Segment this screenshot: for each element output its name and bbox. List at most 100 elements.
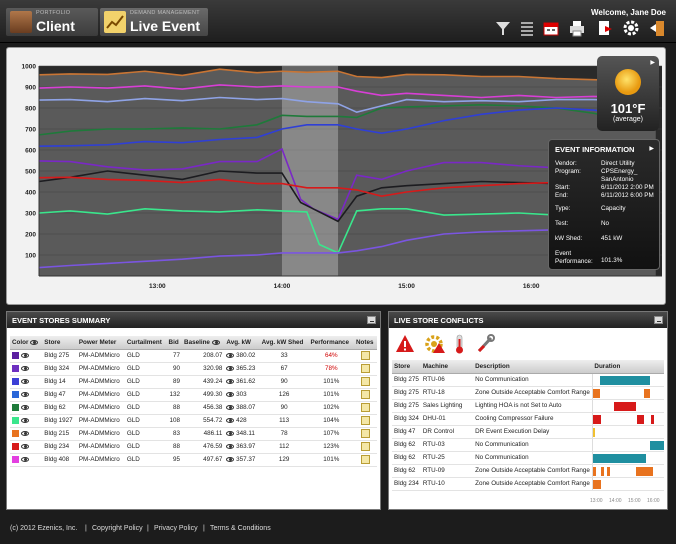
table-row[interactable]: Bldg 275 RTU-18 Zone Outside Acceptable Co… bbox=[392, 386, 664, 400]
duration-bar[interactable] bbox=[600, 375, 650, 385]
terms-conditions-link[interactable]: Terms & Conditions bbox=[210, 525, 271, 532]
notes-icon[interactable] bbox=[360, 364, 370, 373]
notes-cell[interactable] bbox=[353, 401, 377, 415]
notes-cell[interactable] bbox=[353, 349, 377, 363]
filter-icon[interactable] bbox=[494, 19, 512, 37]
notes-cell[interactable] bbox=[353, 362, 377, 376]
eye-icon[interactable] bbox=[20, 443, 29, 449]
duration-bar[interactable] bbox=[649, 440, 664, 450]
duration-bar[interactable] bbox=[635, 466, 654, 476]
table-row[interactable]: Bldg 62 PM-ADMMicro GLD 88 456.38 388.07 90 10… bbox=[10, 401, 377, 415]
duration-bar[interactable] bbox=[592, 427, 596, 437]
breadcrumb-live-event[interactable]: DEMAND MANAGEMENT Live Event bbox=[100, 8, 208, 36]
eye-icon[interactable] bbox=[226, 443, 235, 449]
notes-icon[interactable] bbox=[360, 390, 370, 399]
eye-icon[interactable] bbox=[226, 430, 235, 436]
column-header-duration[interactable]: Duration bbox=[592, 360, 664, 374]
column-header-description[interactable]: Description bbox=[473, 360, 593, 374]
table-row[interactable]: Bldg 62 RTU-09 Zone Outside Acceptable Com… bbox=[392, 464, 664, 478]
wrench-icon[interactable] bbox=[477, 334, 495, 353]
minimize-button[interactable] bbox=[367, 316, 376, 324]
column-header-store[interactable]: Store bbox=[42, 336, 77, 350]
table-row[interactable]: Bldg 47 PM-ADMMicro GLD 132 499.30 303 126 101… bbox=[10, 388, 377, 402]
column-header-avg-kw[interactable]: Avg. kW bbox=[224, 336, 260, 350]
duration-bar[interactable] bbox=[651, 414, 655, 424]
notes-icon[interactable] bbox=[360, 455, 370, 464]
table-row[interactable]: Bldg 215 PM-ADMMicro GLD 83 486.11 348.11 78 1… bbox=[10, 427, 377, 441]
notes-cell[interactable] bbox=[353, 375, 377, 389]
notes-icon[interactable] bbox=[360, 403, 370, 412]
eye-icon[interactable] bbox=[20, 391, 29, 397]
eye-icon[interactable] bbox=[30, 339, 39, 345]
notes-icon[interactable] bbox=[360, 377, 370, 386]
logout-icon[interactable] bbox=[648, 19, 666, 37]
eye-icon[interactable] bbox=[211, 339, 220, 345]
duration-bar[interactable] bbox=[644, 388, 650, 398]
column-header-avg-kw-shed[interactable]: Avg. kW Shed bbox=[259, 336, 309, 350]
eye-icon[interactable] bbox=[20, 404, 29, 410]
gear-icon[interactable] bbox=[622, 19, 640, 37]
eye-icon[interactable] bbox=[20, 417, 29, 423]
minimize-button[interactable] bbox=[654, 316, 663, 324]
eye-icon[interactable] bbox=[226, 378, 235, 384]
notes-cell[interactable] bbox=[353, 388, 377, 402]
notes-cell[interactable] bbox=[353, 427, 377, 441]
duration-bar[interactable] bbox=[592, 453, 647, 463]
column-header-color[interactable]: Color bbox=[10, 336, 43, 350]
column-header-curtailment[interactable]: Curtailment bbox=[124, 336, 167, 350]
eye-icon[interactable] bbox=[20, 352, 29, 358]
play-icon[interactable]: ▶ bbox=[649, 145, 654, 152]
duration-bar[interactable] bbox=[592, 414, 602, 424]
table-row[interactable]: Bldg 324 PM-ADMMicro GLD 90 320.98 365.23 67 7… bbox=[10, 362, 377, 376]
duration-bar[interactable] bbox=[614, 401, 636, 411]
copyright-policy-link[interactable]: Copyright Policy bbox=[92, 525, 143, 532]
eye-icon[interactable] bbox=[226, 404, 235, 410]
eye-icon[interactable] bbox=[226, 352, 235, 358]
export-icon[interactable] bbox=[596, 19, 614, 37]
eye-icon[interactable] bbox=[226, 391, 235, 397]
eye-icon[interactable] bbox=[226, 365, 235, 371]
table-row[interactable]: Bldg 62 RTU-03 No Communication bbox=[392, 438, 664, 452]
table-row[interactable]: Bldg 275 PM-ADMMicro GLD 77 208.07 380.02 33 6… bbox=[10, 349, 377, 363]
eye-icon[interactable] bbox=[226, 456, 235, 462]
table-row[interactable]: Bldg 47 DR Control DR Event Execution Dela… bbox=[392, 425, 664, 439]
notes-icon[interactable] bbox=[360, 429, 370, 438]
column-header-baseline[interactable]: Baseline bbox=[182, 336, 225, 350]
table-row[interactable]: Bldg 275 Sales Lighting Lighting HOA is no… bbox=[392, 399, 664, 413]
table-row[interactable]: Bldg 275 RTU-06 No Communication bbox=[392, 373, 664, 387]
gear-warning-icon[interactable] bbox=[425, 335, 445, 353]
weather-widget[interactable]: ▶ 101°F (average) bbox=[597, 56, 659, 131]
table-row[interactable]: Bldg 14 PM-ADMMicro GLD 89 439.24 361.62 90 10… bbox=[10, 375, 377, 389]
print-icon[interactable] bbox=[568, 19, 586, 37]
eye-icon[interactable] bbox=[20, 378, 29, 384]
table-row[interactable]: Bldg 1927 PM-ADMMicro GLD 108 554.72 428 113 1… bbox=[10, 414, 377, 428]
column-header-machine[interactable]: Machine bbox=[420, 360, 474, 374]
duration-bar[interactable] bbox=[601, 466, 605, 476]
duration-bar[interactable] bbox=[607, 466, 610, 476]
table-row[interactable]: Bldg 234 RTU-10 Zone Outside Acceptable Co… bbox=[392, 477, 664, 491]
eye-icon[interactable] bbox=[20, 456, 29, 462]
duration-bar[interactable] bbox=[592, 388, 601, 398]
notes-cell[interactable] bbox=[353, 414, 377, 428]
table-row[interactable]: Bldg 62 RTU-25 No Communication bbox=[392, 451, 664, 465]
privacy-policy-link[interactable]: Privacy Policy bbox=[154, 525, 198, 532]
notes-cell[interactable] bbox=[353, 440, 377, 454]
duration-bar[interactable] bbox=[636, 414, 645, 424]
eye-icon[interactable] bbox=[226, 417, 235, 423]
column-header-bid[interactable]: Bid bbox=[166, 336, 183, 350]
table-row[interactable]: Bldg 234 PM-ADMMicro GLD 88 476.59 363.97 112… bbox=[10, 440, 377, 454]
table-row[interactable]: Bldg 408 PM-ADMMicro GLD 95 497.67 357.37 129… bbox=[10, 453, 377, 467]
column-header-store[interactable]: Store bbox=[392, 360, 421, 374]
eye-icon[interactable] bbox=[20, 430, 29, 436]
column-header-notes[interactable]: Notes bbox=[353, 336, 377, 350]
column-header-power-meter[interactable]: Power Meter bbox=[76, 336, 125, 350]
table-row[interactable]: Bldg 324 DHU-01 Cooling Compressor Failure bbox=[392, 412, 664, 426]
notes-icon[interactable] bbox=[360, 416, 370, 425]
duration-bar[interactable] bbox=[592, 466, 596, 476]
table-icon[interactable] bbox=[518, 19, 536, 37]
eye-icon[interactable] bbox=[20, 365, 29, 371]
calendar-icon[interactable] bbox=[542, 19, 560, 37]
notes-icon[interactable] bbox=[360, 351, 370, 360]
breadcrumb-portfolio[interactable]: PORTFOLIO Client bbox=[6, 8, 98, 36]
column-header-performance[interactable]: Performance bbox=[308, 336, 354, 350]
